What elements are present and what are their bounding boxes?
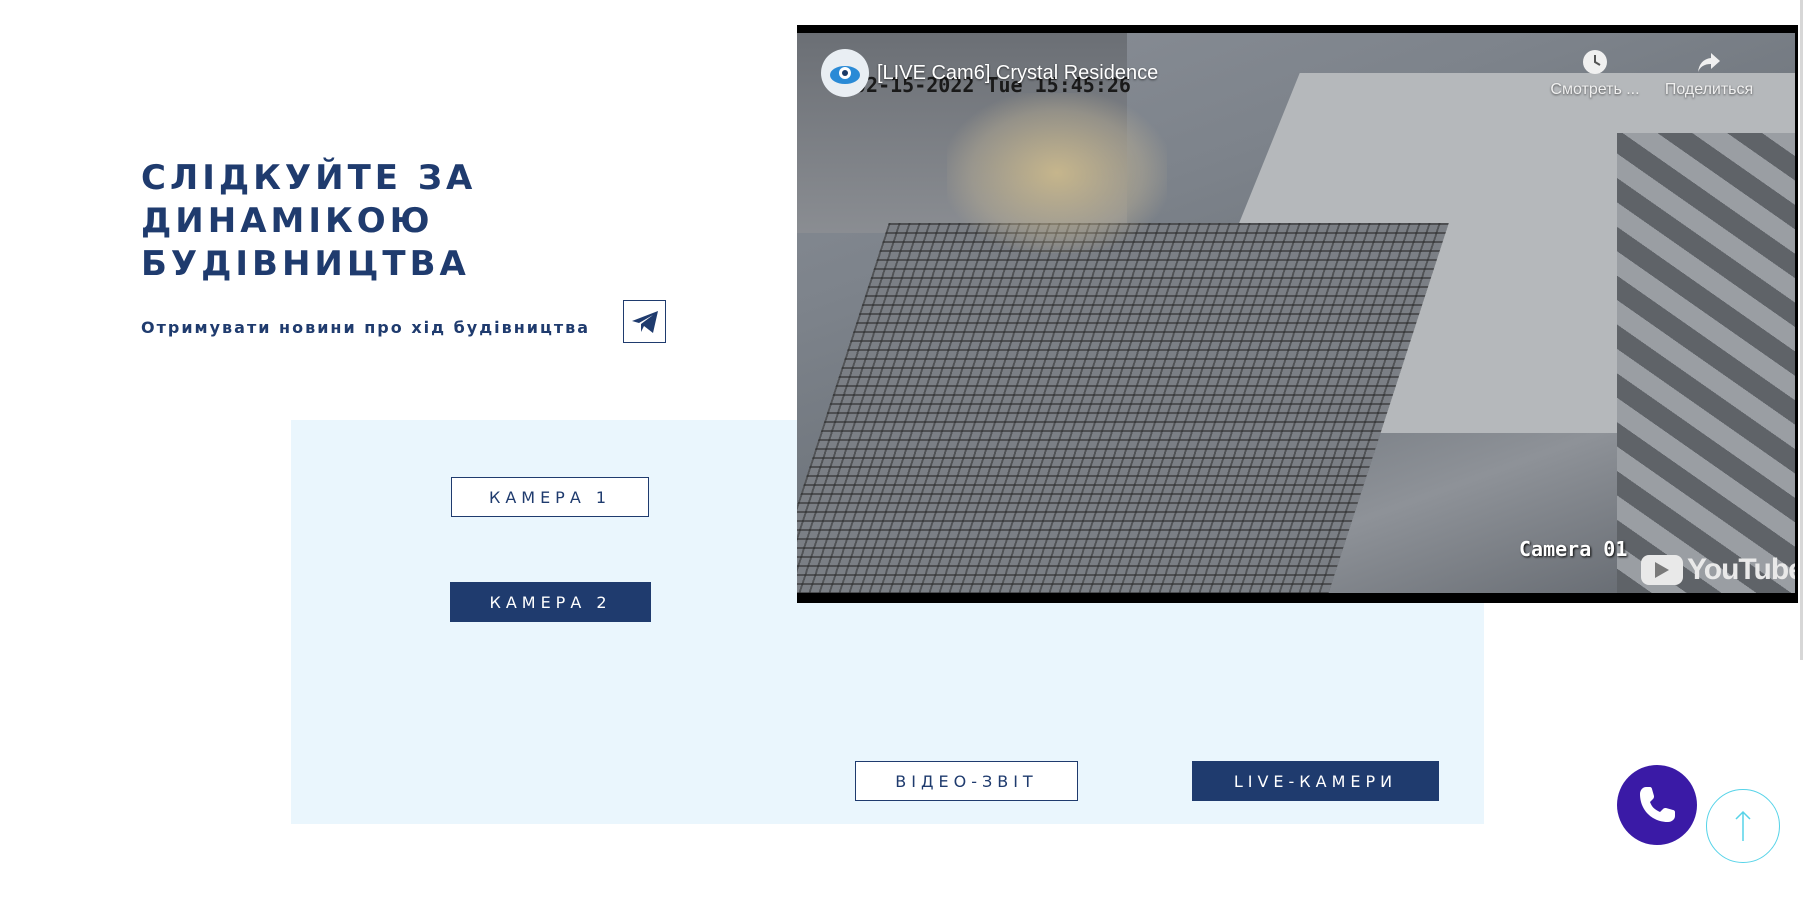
camera-1-tab[interactable]: КАМЕРА 1 (451, 477, 649, 517)
share-arrow-icon (1698, 53, 1720, 72)
telegram-icon (631, 310, 658, 333)
subscribe-news-text: Отримувати новини про хід будівництва (141, 318, 591, 337)
scroll-to-top-button[interactable] (1706, 789, 1780, 863)
watch-later-button[interactable]: Смотреть ... (1545, 49, 1645, 99)
share-button[interactable]: Поделиться (1659, 49, 1759, 99)
telegram-subscribe-button[interactable] (623, 300, 666, 343)
rebar-grid (797, 223, 1449, 593)
video-report-button[interactable]: ВІДЕО-ЗВІТ (855, 761, 1078, 801)
video-title[interactable]: [LIVE Cam6] Crystal Residence (877, 62, 1158, 85)
youtube-watermark[interactable]: YouTube (1641, 553, 1795, 587)
share-label: Поделиться (1664, 81, 1754, 98)
phone-icon (1640, 787, 1675, 822)
camera-2-tab[interactable]: КАМЕРА 2 (450, 582, 651, 622)
watch-later-label: Смотреть ... (1550, 81, 1640, 98)
cloud-camera-icon (830, 66, 860, 84)
youtube-play-icon (1641, 555, 1683, 585)
camera-overlay-label: Camera 01 (1519, 537, 1628, 561)
call-button[interactable] (1617, 765, 1697, 845)
building-floors (1617, 133, 1795, 593)
live-video-player[interactable]: 02-15-2022 Tue 15:45:26 [LIVE Cam6] Crys… (797, 25, 1798, 603)
arrow-up-icon (1735, 810, 1751, 841)
section-title: СЛІДКУЙТЕ ЗА ДИНАМІКОЮ БУДІВНИЦТВА (141, 158, 477, 284)
dust-cloud (947, 93, 1167, 253)
clock-icon (1583, 50, 1607, 74)
video-frame[interactable]: 02-15-2022 Tue 15:45:26 [LIVE Cam6] Crys… (797, 33, 1795, 593)
youtube-wordmark: YouTube (1687, 553, 1795, 586)
live-cameras-button[interactable]: LIVE-КАМЕРИ (1192, 761, 1439, 801)
channel-avatar[interactable] (821, 49, 869, 97)
